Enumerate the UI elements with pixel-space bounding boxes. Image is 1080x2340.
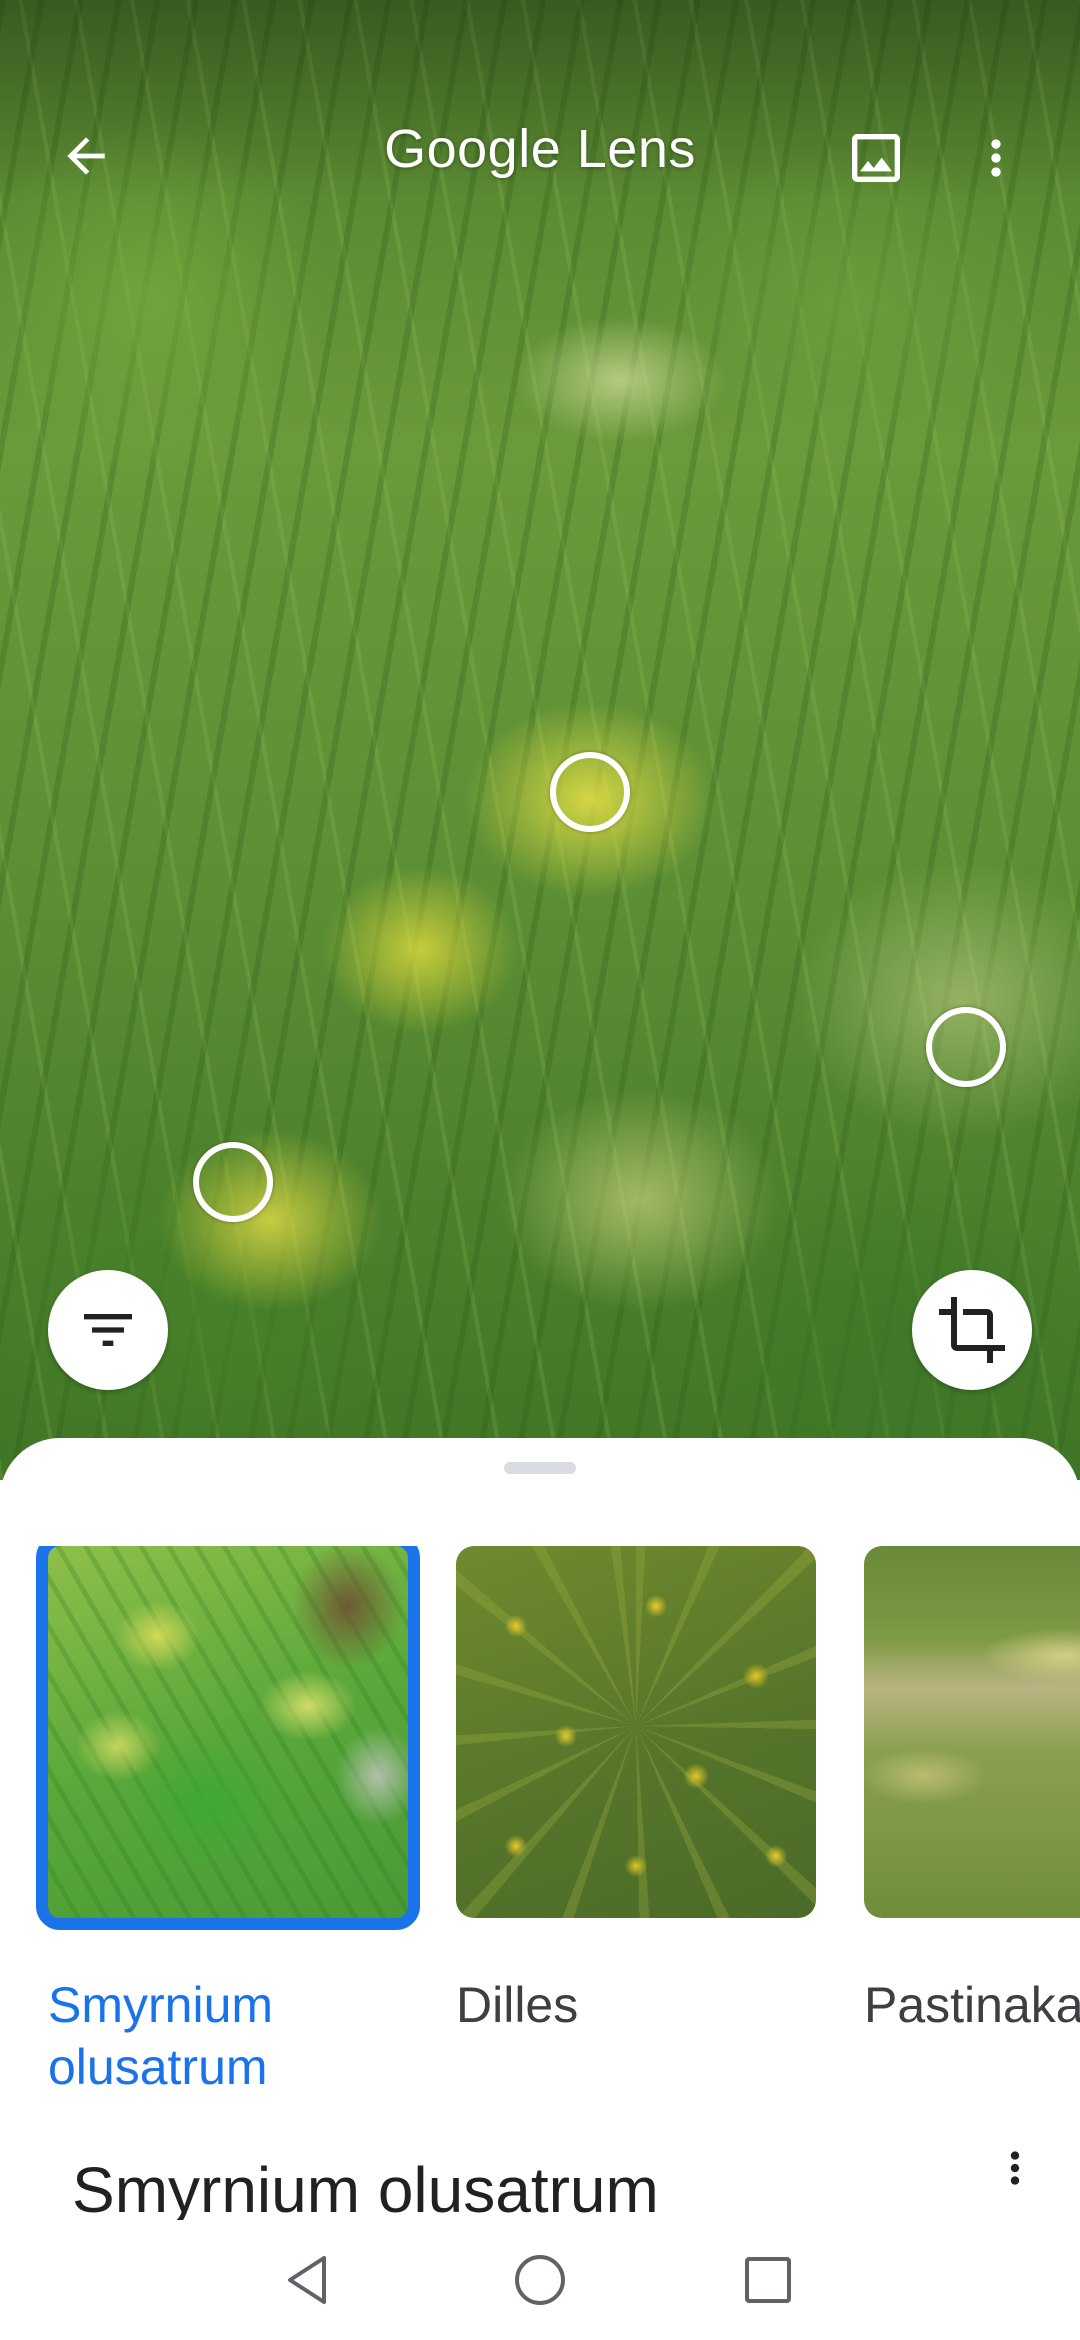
- focus-point[interactable]: [550, 752, 630, 832]
- result-label: Smyrnium olusatrum: [48, 1977, 274, 2095]
- nav-recents-icon: [745, 2257, 791, 2303]
- crop-button[interactable]: [912, 1270, 1032, 1390]
- nav-back-button[interactable]: [268, 2240, 348, 2320]
- image-icon: [852, 134, 900, 182]
- crop-icon: [939, 1297, 1005, 1363]
- filter-icon: [84, 1314, 132, 1346]
- nav-recents-button[interactable]: [728, 2240, 808, 2320]
- result-label: Pastinaka: [864, 1977, 1080, 2033]
- system-nav-bar: [0, 2220, 1080, 2340]
- app-title: Google Lens: [0, 118, 1080, 180]
- filter-button[interactable]: [48, 1270, 168, 1390]
- nav-back-icon: [288, 2256, 326, 2304]
- gallery-button[interactable]: [838, 120, 914, 196]
- result-thumbnail[interactable]: [456, 1546, 816, 1918]
- camera-view[interactable]: Google Lens: [0, 0, 1080, 1480]
- overflow-menu-button[interactable]: [968, 120, 1024, 196]
- result-label: Dilles: [456, 1977, 579, 2033]
- sheet-drag-handle[interactable]: [504, 1462, 576, 1474]
- app-title-product: Lens: [576, 119, 696, 179]
- nav-home-button[interactable]: [500, 2240, 580, 2320]
- focus-point[interactable]: [926, 1007, 1006, 1087]
- results-sheet[interactable]: Smyrnium olusatrum Dilles Pastinaka Smyr…: [0, 1438, 1080, 2340]
- detail-more-button[interactable]: [990, 2138, 1040, 2208]
- app-title-brand: Google: [384, 119, 562, 179]
- nav-home-icon: [515, 2255, 565, 2305]
- results-carousel[interactable]: Smyrnium olusatrum Dilles Pastinaka: [0, 1546, 1080, 2106]
- detail-title: Smyrnium olusatrum: [72, 2154, 659, 2226]
- more-vert-icon: [991, 139, 1001, 177]
- more-vert-icon: [1010, 2151, 1020, 2185]
- focus-point[interactable]: [193, 1142, 273, 1222]
- result-thumbnail[interactable]: [864, 1546, 1080, 1918]
- result-thumbnail[interactable]: [36, 1546, 420, 1930]
